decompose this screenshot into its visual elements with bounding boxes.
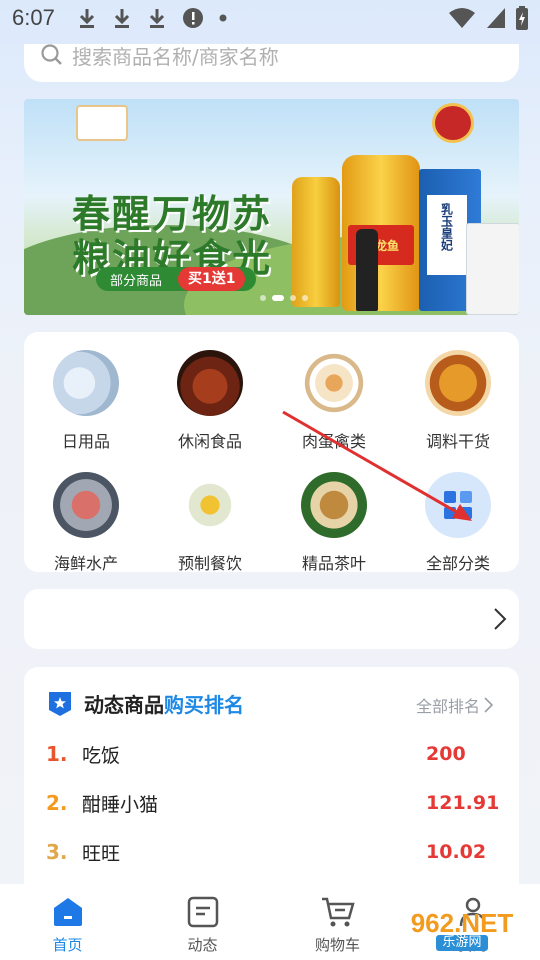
ranking-card: 动态商品 购买排名 全部排名 1. 吃饭 200 2. 酣睡小猫 121.91 … xyxy=(24,667,519,907)
ranking-row[interactable]: 3. 旺旺 10.02 xyxy=(46,837,496,867)
tab-cart[interactable]: 购物车 xyxy=(270,884,405,960)
ranking-row[interactable]: 1. 吃饭 200 xyxy=(46,739,496,769)
tab-dynamics[interactable]: 动态 xyxy=(135,884,270,960)
badge-icon xyxy=(49,691,71,716)
rank-number: 2. xyxy=(46,791,68,815)
ranking-header: 动态商品 购买排名 xyxy=(48,689,244,718)
home-icon xyxy=(53,898,82,926)
rank-value: 121.91 xyxy=(426,792,500,814)
notice-bar[interactable] xyxy=(24,589,519,649)
watermark-top: 962.NET xyxy=(410,908,514,938)
rank-number: 3. xyxy=(46,840,68,864)
tab-label: 购物车 xyxy=(314,936,360,954)
all-ranking-label: 全部排名 xyxy=(415,697,480,716)
ranking-title-highlight: 购买排名 xyxy=(164,693,244,717)
chevron-right-icon xyxy=(494,608,507,630)
watermark-bottom: 乐游网 xyxy=(436,935,488,951)
rank-item-name: 旺旺 xyxy=(82,842,121,865)
rank-value: 10.02 xyxy=(426,841,487,863)
rank-number: 1. xyxy=(46,742,68,766)
tab-label: 首页 xyxy=(52,936,83,954)
rank-value: 200 xyxy=(426,743,466,765)
ranking-row[interactable]: 2. 酣睡小猫 121.91 xyxy=(46,788,500,818)
news-icon xyxy=(187,896,218,928)
cart-icon xyxy=(321,897,355,927)
watermark-logo: 962.NET 乐游网 xyxy=(392,908,532,954)
ranking-title: 动态商品 xyxy=(84,693,164,717)
tab-label: 动态 xyxy=(187,936,218,954)
rank-item-name: 酣睡小猫 xyxy=(82,793,159,816)
all-ranking-link[interactable]: 全部排名 xyxy=(416,693,493,717)
rank-item-name: 吃饭 xyxy=(82,744,121,767)
tab-home[interactable]: 首页 xyxy=(0,884,135,960)
chevron-right-icon xyxy=(484,697,493,713)
